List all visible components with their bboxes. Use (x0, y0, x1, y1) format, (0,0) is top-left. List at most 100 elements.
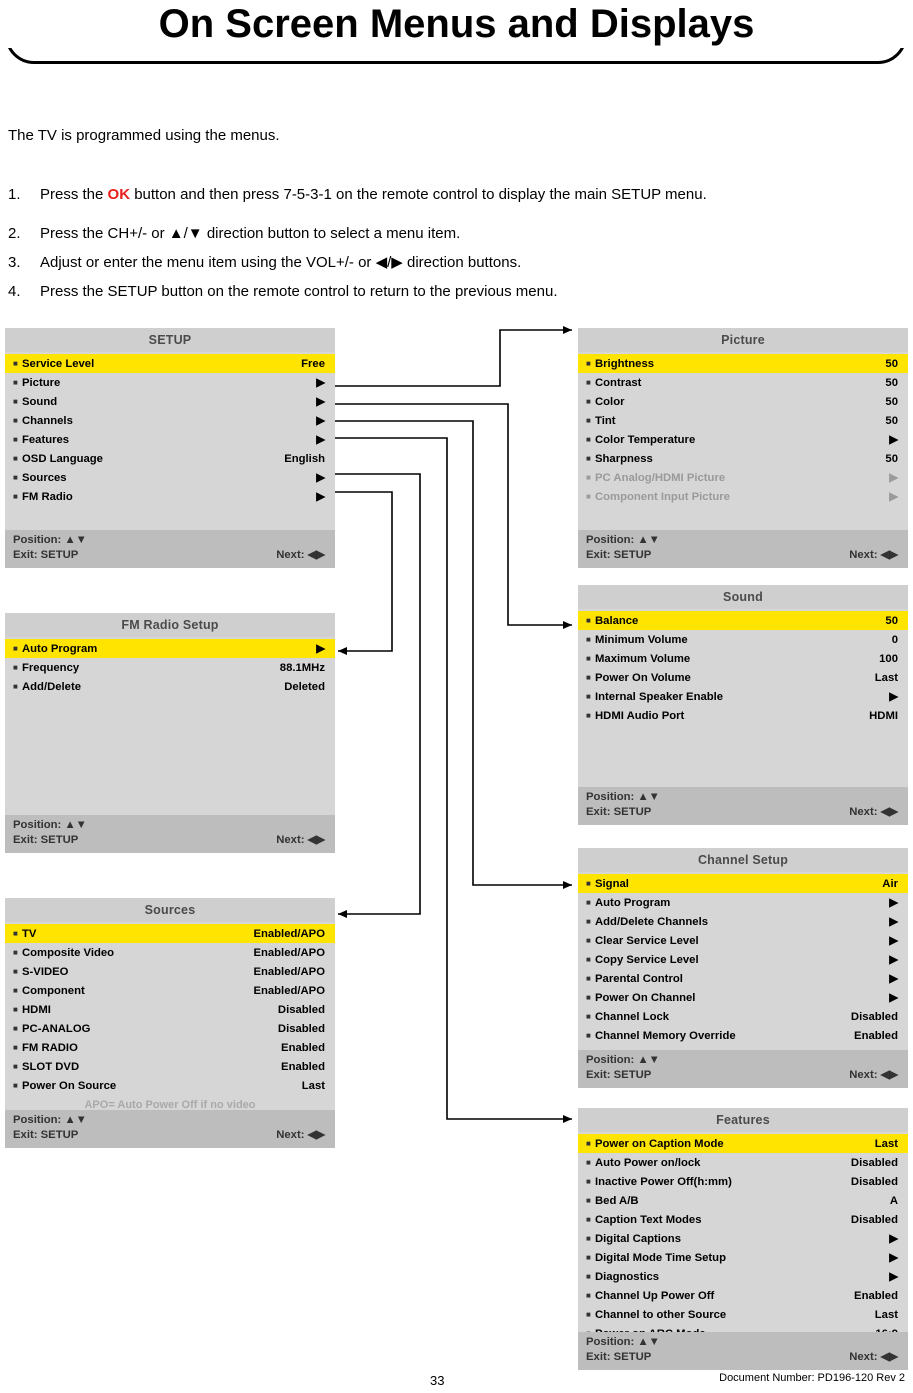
menu-row[interactable]: ■ Power on Caption Mode Last (578, 1134, 908, 1153)
footer-position: Position: ▲▼ (586, 791, 660, 803)
menu-row[interactable]: ■ Maximum Volume 100 (578, 649, 908, 668)
menu-row-value: Enabled/APO (253, 946, 325, 959)
menu-row-label: Service Level (22, 357, 95, 370)
menu-row-label: Picture (22, 376, 61, 389)
menu-row[interactable]: ■ HDMI Disabled (5, 1000, 335, 1019)
panel-body: ■ Service Level Free ■ Picture ▶ ■ Sound ▶ ■ Ch… (5, 352, 335, 506)
menu-row[interactable]: ■ Internal Speaker Enable ▶ (578, 687, 908, 706)
menu-row[interactable]: ■ FM RADIO Enabled (5, 1038, 335, 1057)
menu-row-value: Enabled/APO (253, 927, 325, 940)
menu-row[interactable]: ■ Color 50 (578, 392, 908, 411)
menu-row[interactable]: ■ Service Level Free (5, 354, 335, 373)
menu-row[interactable]: ■ Add/Delete Channels ▶ (578, 912, 908, 931)
bullet-icon: ■ (586, 634, 591, 644)
panel-title: Picture (578, 328, 908, 352)
menu-row[interactable]: ■ SLOT DVD Enabled (5, 1057, 335, 1076)
list-item-text: Adjust or enter the menu item using the … (40, 254, 522, 271)
menu-row-value: Enabled (281, 1041, 325, 1054)
menu-row[interactable]: ■ TV Enabled/APO (5, 924, 335, 943)
bullet-icon: ■ (13, 947, 18, 957)
menu-row[interactable]: ■ Frequency 88.1MHz (5, 658, 335, 677)
menu-row-value: ▶ (889, 934, 898, 947)
menu-row-label: Internal Speaker Enable (595, 690, 724, 703)
menu-row-value: 50 (885, 395, 898, 408)
menu-row-value: English (284, 452, 325, 465)
menu-row[interactable]: ■ Sound ▶ (5, 392, 335, 411)
menu-row[interactable]: ■ Parental Control ▶ (578, 969, 908, 988)
menu-row[interactable]: ■ Auto Power on/lock Disabled (578, 1153, 908, 1172)
panel-body: ■ Power on Caption Mode Last ■ Auto Power o… (578, 1132, 908, 1343)
menu-row-value: ▶ (889, 490, 898, 503)
menu-row[interactable]: ■ Auto Program ▶ (5, 639, 335, 658)
menu-row[interactable]: ■ Features ▶ (5, 430, 335, 449)
footer-exit: Exit: SETUP (586, 549, 652, 561)
menu-row[interactable]: ■ Digital Mode Time Setup ▶ (578, 1248, 908, 1267)
menu-row-value: ▶ (889, 1251, 898, 1264)
menu-row[interactable]: ■ Sources ▶ (5, 468, 335, 487)
intro-lead-text: The TV is programmed using the menus. (8, 127, 280, 144)
menu-row[interactable]: ■ PC-ANALOG Disabled (5, 1019, 335, 1038)
menu-row[interactable]: ■ Auto Program ▶ (578, 893, 908, 912)
menu-row[interactable]: ■ Power On Channel ▶ (578, 988, 908, 1007)
menu-row[interactable]: ■ Power On Source Last (5, 1076, 335, 1095)
menu-row[interactable]: ■ Component Enabled/APO (5, 981, 335, 1000)
menu-row-value: Air (882, 877, 898, 890)
menu-row-label: Power on Caption Mode (595, 1137, 724, 1150)
bullet-icon: ■ (13, 491, 18, 501)
menu-row[interactable]: ■ Picture ▶ (5, 373, 335, 392)
menu-row[interactable]: ■ Inactive Power Off(h:mm) Disabled (578, 1172, 908, 1191)
menu-row-label: SLOT DVD (22, 1060, 80, 1073)
menu-row-label: Contrast (595, 376, 642, 389)
panel-body: ■ Brightness 50 ■ Contrast 50 ■ Color 50 ■ Tint… (578, 352, 908, 506)
menu-row-label: TV (22, 927, 37, 940)
menu-row-label: Channel Up Power Off (595, 1289, 715, 1302)
menu-row[interactable]: ■ Brightness 50 (578, 354, 908, 373)
menu-row[interactable]: ■ OSD Language English (5, 449, 335, 468)
menu-row-value: ▶ (316, 414, 325, 427)
menu-row[interactable]: ■ Sharpness 50 (578, 449, 908, 468)
menu-row[interactable]: ■ S-VIDEO Enabled/APO (5, 962, 335, 981)
menu-row[interactable]: ■ Caption Text Modes Disabled (578, 1210, 908, 1229)
menu-row[interactable]: ■ Diagnostics ▶ (578, 1267, 908, 1286)
menu-row[interactable]: ■ Balance 50 (578, 611, 908, 630)
footer-next: Next: ◀▶ (276, 1129, 325, 1141)
menu-row[interactable]: ■ Power On Volume Last (578, 668, 908, 687)
menu-row[interactable]: ■ Channel Up Power Off Enabled (578, 1286, 908, 1305)
page-header: On Screen Menus and Displays (0, 0, 913, 70)
footer-exit: Exit: SETUP (13, 1129, 79, 1141)
footer-position: Position: ▲▼ (586, 1054, 660, 1066)
footer-position: Position: ▲▼ (13, 534, 87, 546)
menu-row[interactable]: ■ FM Radio ▶ (5, 487, 335, 506)
menu-row-label: PC Analog/HDMI Picture (595, 471, 726, 484)
menu-row[interactable]: ■ Add/Delete Deleted (5, 677, 335, 696)
menu-row-value: Disabled (277, 1003, 325, 1016)
menu-row-label: Caption Text Modes (595, 1213, 702, 1226)
menu-row-value: 50 (885, 376, 898, 389)
menu-row-label: Power On Volume (595, 671, 691, 684)
menu-row-value: ▶ (316, 395, 325, 408)
menu-row[interactable]: ■ Clear Service Level ▶ (578, 931, 908, 950)
panel-footer: Position: ▲▼ Exit: SETUP Next: ◀▶ (5, 530, 335, 568)
menu-row[interactable]: ■ Bed A/B A (578, 1191, 908, 1210)
bullet-icon: ■ (13, 472, 18, 482)
menu-row[interactable]: ■ Tint 50 (578, 411, 908, 430)
menu-row-value: ▶ (889, 972, 898, 985)
menu-row[interactable]: ■ Composite Video Enabled/APO (5, 943, 335, 962)
menu-row-value: ▶ (889, 896, 898, 909)
menu-row[interactable]: ■ Channel Memory Override Enabled (578, 1026, 908, 1045)
menu-row[interactable]: ■ Signal Air (578, 874, 908, 893)
menu-row[interactable]: ■ Channel Lock Disabled (578, 1007, 908, 1026)
menu-row[interactable]: ■ Digital Captions ▶ (578, 1229, 908, 1248)
menu-row-label: Signal (595, 877, 629, 890)
bullet-icon: ■ (586, 415, 591, 425)
menu-row[interactable]: ■ Copy Service Level ▶ (578, 950, 908, 969)
menu-row[interactable]: ■ Channels ▶ (5, 411, 335, 430)
menu-row: ■ Component Input Picture ▶ (578, 487, 908, 506)
menu-row[interactable]: ■ HDMI Audio Port HDMI (578, 706, 908, 725)
menu-row[interactable]: ■ Minimum Volume 0 (578, 630, 908, 649)
menu-row[interactable]: ■ Contrast 50 (578, 373, 908, 392)
menu-row[interactable]: ■ Color Temperature ▶ (578, 430, 908, 449)
menu-row-value: 100 (879, 652, 898, 665)
menu-row[interactable]: ■ Channel to other Source Last (578, 1305, 908, 1324)
bullet-icon: ■ (13, 966, 18, 976)
